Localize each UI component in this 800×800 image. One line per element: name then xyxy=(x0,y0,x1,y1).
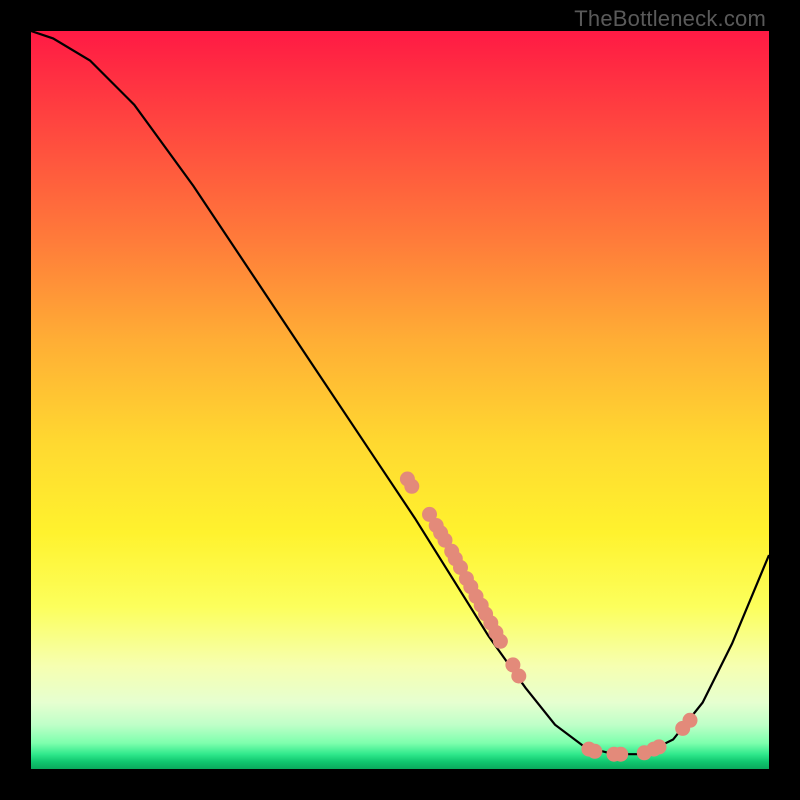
chart-container: TheBottleneck.com xyxy=(0,0,800,800)
watermark-text: TheBottleneck.com xyxy=(574,6,766,32)
data-point xyxy=(587,744,602,759)
data-point xyxy=(652,739,667,754)
data-point xyxy=(493,634,508,649)
chart-svg xyxy=(31,31,769,769)
data-point xyxy=(683,713,698,728)
data-point xyxy=(511,669,526,684)
data-point xyxy=(613,747,628,762)
bottleneck-curve xyxy=(31,31,769,754)
data-point xyxy=(404,479,419,494)
plot-area xyxy=(31,31,769,769)
